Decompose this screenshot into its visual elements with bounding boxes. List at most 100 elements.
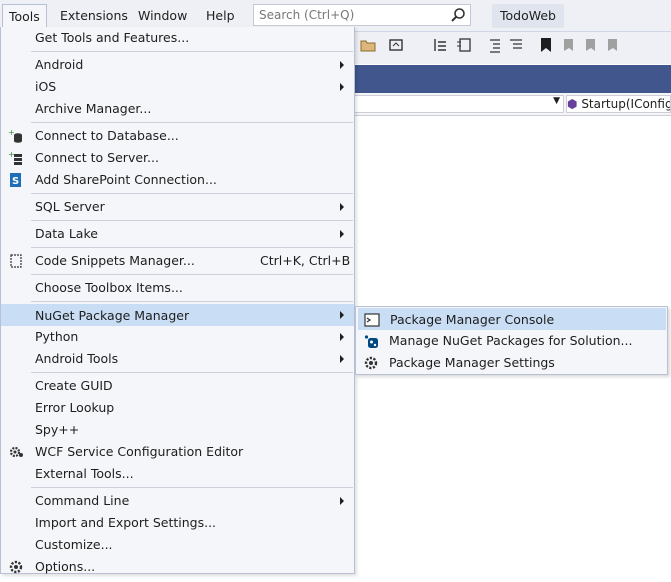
menu-item-label: Android	[35, 57, 84, 72]
clear-bookmarks-icon[interactable]	[604, 37, 620, 53]
menu-window[interactable]: Window	[132, 7, 193, 25]
submenu-item-package-manager-console[interactable]: Package Manager Console	[358, 308, 666, 330]
menu-item-error-lookup[interactable]: Error Lookup	[1, 397, 354, 419]
method-icon: ⬢	[567, 97, 578, 111]
solution-name: TodoWeb	[492, 4, 564, 28]
menu-separator	[31, 487, 353, 488]
outdent-icon[interactable]	[486, 37, 502, 53]
menu-item-sql-server[interactable]: SQL Server	[1, 196, 354, 218]
submenu-arrow-icon	[340, 230, 344, 238]
menu-item-label: WCF Service Configuration Editor	[35, 444, 244, 459]
menu-item-label: NuGet Package Manager	[35, 308, 190, 323]
menu-separator	[31, 51, 353, 52]
submenu-item-label: Package Manager Console	[390, 312, 555, 327]
member-dropdown[interactable]: ⬢ Startup(IConfig	[566, 95, 671, 113]
menu-separator	[31, 301, 353, 302]
menu-item-shortcut: Ctrl+K, Ctrl+B	[260, 253, 351, 268]
open-folder-icon[interactable]	[360, 37, 376, 53]
menu-item-label: iOS	[35, 79, 57, 94]
menu-item-label: Android Tools	[35, 351, 119, 366]
menu-separator	[31, 220, 353, 221]
search-icon[interactable]	[450, 7, 466, 26]
menu-item-label: Customize...	[35, 537, 113, 552]
chevron-down-icon: ▼	[553, 96, 560, 106]
next-bookmark-icon[interactable]	[582, 37, 598, 53]
menu-item-android-tools[interactable]: Android Tools	[1, 348, 354, 370]
submenu-item-label: Manage NuGet Packages for Solution...	[389, 333, 633, 348]
menu-separator	[31, 193, 353, 194]
menu-item-external-tools[interactable]: External Tools...	[1, 463, 354, 485]
submenu-arrow-icon	[340, 83, 344, 91]
sharepoint-icon: S	[8, 172, 24, 188]
nuget-icon	[363, 333, 379, 349]
menu-separator	[31, 372, 353, 373]
menu-item-spy[interactable]: Spy++	[1, 419, 354, 441]
menu-item-ios[interactable]: iOS	[1, 76, 354, 98]
menu-item-code-snippets[interactable]: Code Snippets Manager... Ctrl+K, Ctrl+B	[1, 250, 354, 272]
indent-icon[interactable]	[432, 37, 448, 53]
menu-item-options[interactable]: Options...	[1, 556, 354, 578]
submenu-arrow-icon	[340, 497, 344, 505]
snippet-icon	[8, 253, 24, 269]
menu-item-label: Archive Manager...	[35, 101, 152, 116]
submenu-arrow-icon	[340, 333, 344, 341]
type-dropdown[interactable]: ▼	[350, 95, 564, 113]
svg-text:+: +	[8, 128, 15, 137]
search-box[interactable]: Search (Ctrl+Q)	[253, 4, 471, 26]
menu-item-label: Code Snippets Manager...	[35, 253, 195, 268]
console-icon	[364, 312, 380, 328]
server-icon: +	[8, 150, 24, 166]
menu-item-sharepoint[interactable]: S Add SharePoint Connection...	[1, 169, 354, 191]
menu-item-label: Data Lake	[35, 226, 98, 241]
menu-extensions[interactable]: Extensions	[54, 7, 134, 25]
menu-item-wcf-config[interactable]: WCF Service Configuration Editor	[1, 441, 354, 463]
menu-item-label: Spy++	[35, 422, 80, 437]
menu-item-python[interactable]: Python	[1, 326, 354, 348]
submenu-item-package-manager-settings[interactable]: Package Manager Settings	[358, 352, 666, 374]
database-icon: +	[8, 128, 24, 144]
menu-item-label: Get Tools and Features...	[35, 30, 190, 45]
view-icon[interactable]	[388, 37, 404, 53]
menu-item-connect-database[interactable]: + Connect to Database...	[1, 125, 354, 147]
prev-bookmark-icon[interactable]	[560, 37, 576, 53]
menu-item-label: Command Line	[35, 493, 130, 508]
tools-menu: Get Tools and Features... Android iOS Ar…	[0, 27, 355, 574]
search-placeholder: Search (Ctrl+Q)	[259, 8, 355, 22]
menu-help[interactable]: Help	[200, 7, 241, 25]
nuget-submenu: Package Manager Console Manage NuGet Pac…	[355, 306, 668, 375]
menu-item-label: Create GUID	[35, 378, 113, 393]
menu-item-command-line[interactable]: Command Line	[1, 490, 354, 512]
menu-item-create-guid[interactable]: Create GUID	[1, 375, 354, 397]
menu-item-archive-manager[interactable]: Archive Manager...	[1, 98, 354, 120]
menu-separator	[31, 122, 353, 123]
menu-item-import-export[interactable]: Import and Export Settings...	[1, 512, 354, 534]
menu-item-nuget[interactable]: NuGet Package Manager	[1, 304, 354, 326]
menu-item-customize[interactable]: Customize...	[1, 534, 354, 556]
submenu-arrow-icon	[340, 311, 344, 319]
menu-item-get-tools[interactable]: Get Tools and Features...	[1, 27, 354, 49]
submenu-item-manage-nuget[interactable]: Manage NuGet Packages for Solution...	[358, 330, 666, 352]
submenu-arrow-icon	[340, 61, 344, 69]
menu-item-label: Add SharePoint Connection...	[35, 172, 217, 187]
menu-item-label: Connect to Database...	[35, 128, 179, 143]
menu-item-label: Python	[35, 329, 79, 344]
menu-item-label: Import and Export Settings...	[35, 515, 217, 530]
submenu-arrow-icon	[340, 355, 344, 363]
menu-item-label: Options...	[35, 559, 96, 574]
menu-item-android[interactable]: Android	[1, 54, 354, 76]
layout-icon[interactable]	[456, 37, 472, 53]
submenu-item-label: Package Manager Settings	[389, 355, 555, 370]
comment-icon[interactable]	[508, 37, 524, 53]
menu-item-label: SQL Server	[35, 199, 105, 214]
gear-icon	[8, 559, 24, 575]
menu-item-toolbox-items[interactable]: Choose Toolbox Items...	[1, 277, 354, 299]
wcf-config-icon	[8, 444, 24, 460]
svg-text:+: +	[8, 150, 15, 159]
menu-item-label: Choose Toolbox Items...	[35, 280, 183, 295]
menu-item-label: Error Lookup	[35, 400, 115, 415]
bookmark-icon[interactable]	[538, 37, 554, 53]
gear-icon	[363, 355, 379, 371]
menu-item-connect-server[interactable]: + Connect to Server...	[1, 147, 354, 169]
menu-item-label: External Tools...	[35, 466, 134, 481]
menu-item-data-lake[interactable]: Data Lake	[1, 223, 354, 245]
